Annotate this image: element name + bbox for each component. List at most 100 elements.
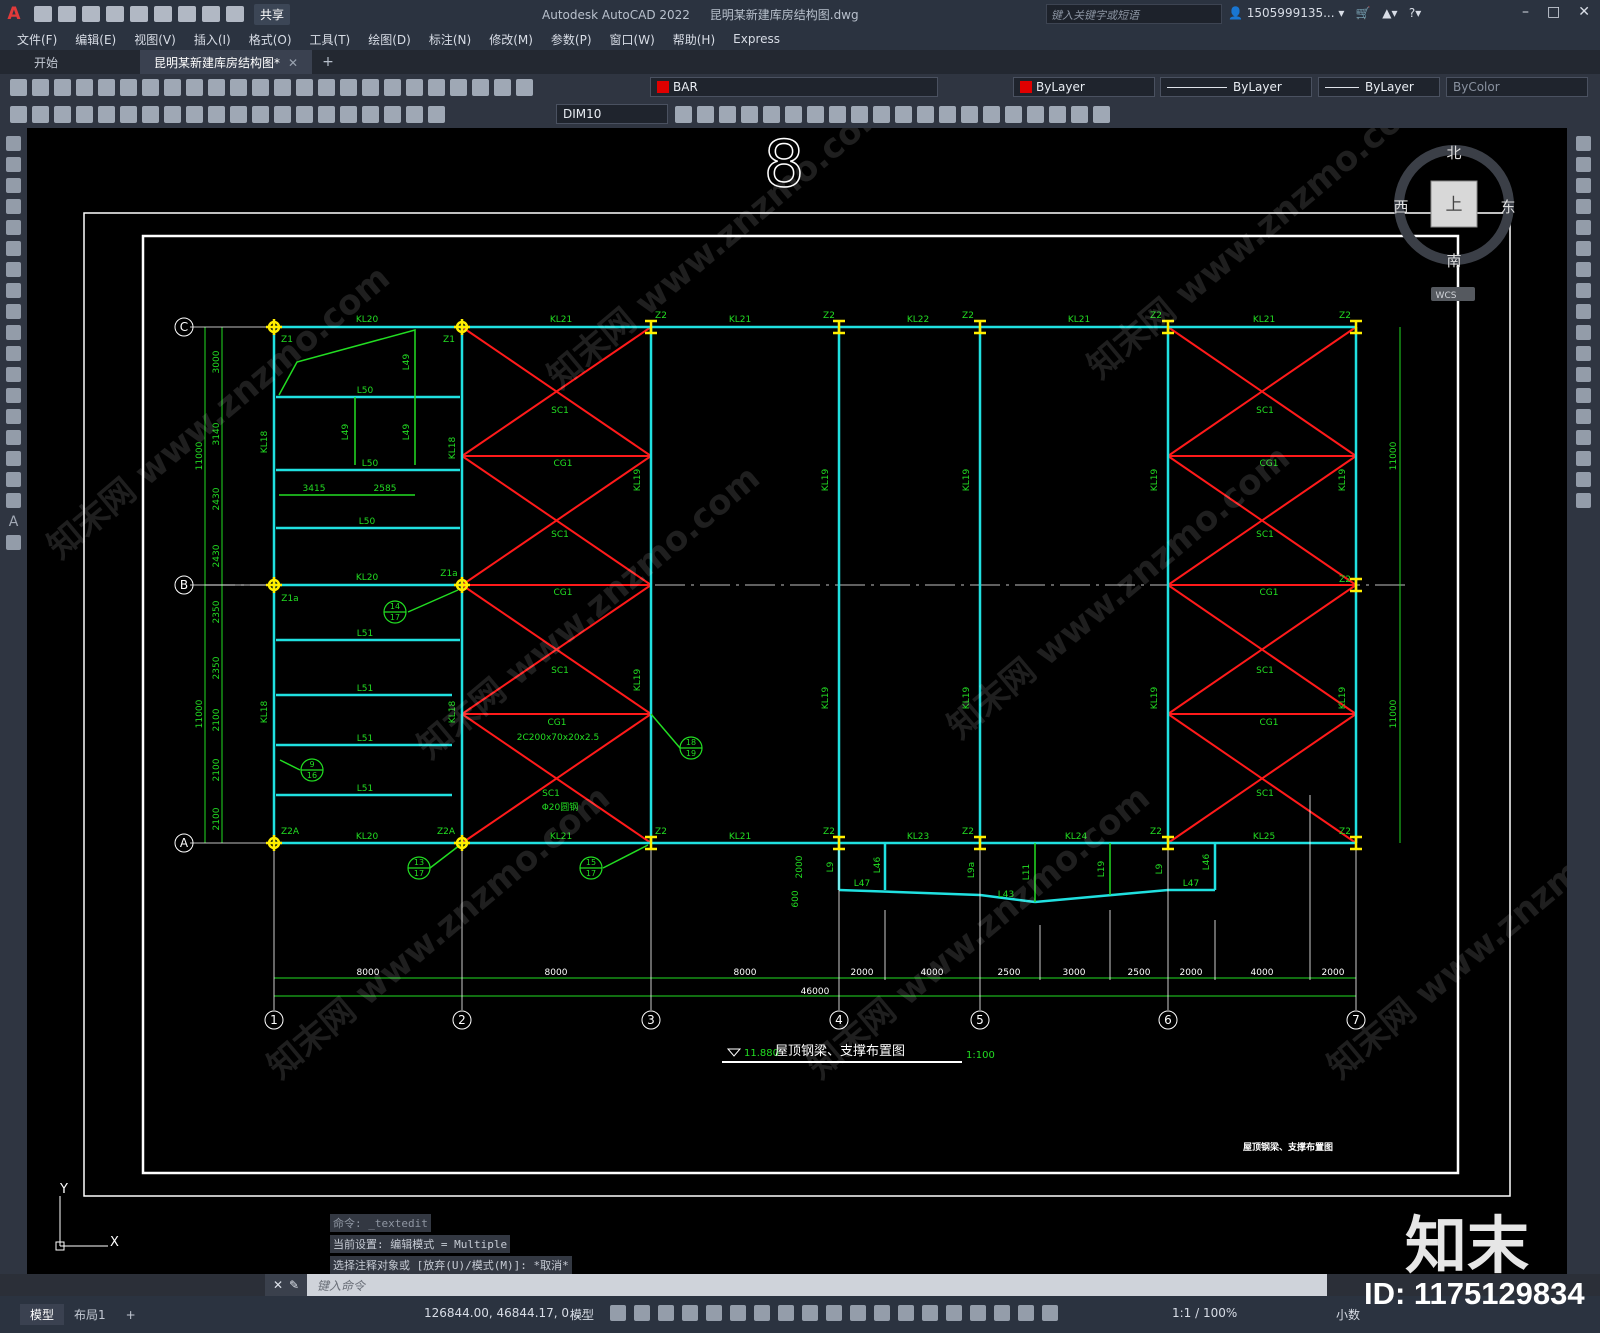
isodraft-icon[interactable]	[754, 1305, 770, 1321]
search-input[interactable]: 键入关键字或短语	[1046, 4, 1222, 24]
zoom-prev-icon[interactable]	[340, 79, 357, 96]
erase-icon[interactable]	[675, 106, 692, 123]
table-icon[interactable]	[6, 493, 21, 508]
minimize-button[interactable]: –	[1522, 4, 1529, 20]
explode-icon[interactable]	[1005, 106, 1022, 123]
move-side-icon[interactable]	[1576, 241, 1591, 256]
dim-edit-icon[interactable]	[384, 106, 401, 123]
color-dropdown[interactable]: ByLayer	[1013, 77, 1155, 97]
coordinate-readout[interactable]: 126844.00, 46844.17, 0....	[424, 1306, 584, 1320]
dim-baseline-icon[interactable]	[208, 106, 225, 123]
save-as-icon[interactable]	[106, 6, 124, 22]
open-from-web-icon[interactable]	[130, 6, 148, 22]
break-side-icon[interactable]	[1576, 388, 1591, 403]
polyline-icon[interactable]	[6, 178, 21, 193]
jogged-linear-icon[interactable]	[362, 106, 379, 123]
mirror-icon[interactable]	[719, 106, 736, 123]
copy-side-icon[interactable]	[1576, 157, 1591, 172]
properties-icon[interactable]	[362, 79, 379, 96]
tolerance-icon[interactable]	[296, 106, 313, 123]
menu-window[interactable]: 窗口(W)	[610, 31, 655, 48]
menu-dimension[interactable]: 标注(N)	[429, 31, 471, 48]
dim-update-icon[interactable]	[428, 106, 445, 123]
polygon-icon[interactable]	[6, 199, 21, 214]
trim-icon[interactable]	[873, 106, 890, 123]
lineweight-dropdown[interactable]: ByLayer	[1318, 77, 1440, 97]
rotate-icon[interactable]	[807, 106, 824, 123]
layer-dropdown[interactable]: BAR	[650, 77, 938, 97]
group-icon[interactable]	[1093, 106, 1110, 123]
layout-tab-model[interactable]: 模型	[20, 1304, 65, 1325]
array-icon[interactable]	[763, 106, 780, 123]
mtext-icon[interactable]: A	[6, 514, 21, 530]
snap-icon[interactable]	[634, 1305, 650, 1321]
plot-icon[interactable]	[178, 6, 196, 22]
zoom-window-icon[interactable]	[318, 79, 335, 96]
dimstyle-dropdown[interactable]: DIM10	[556, 104, 668, 124]
isolate-icon[interactable]	[1049, 106, 1066, 123]
viewcube-north[interactable]: 北	[1446, 144, 1461, 162]
circle-icon[interactable]	[6, 262, 21, 277]
spline-icon[interactable]	[6, 304, 21, 319]
dim-angular-icon[interactable]	[164, 106, 181, 123]
annotation-scale[interactable]: 1:1 / 100%	[1172, 1306, 1237, 1320]
fillet-side-icon[interactable]	[1576, 451, 1591, 466]
revcloud-icon[interactable]	[6, 283, 21, 298]
auto-scale-icon[interactable]	[1018, 1305, 1034, 1321]
line-icon[interactable]	[6, 136, 21, 151]
stretch-side-icon[interactable]	[1576, 304, 1591, 319]
publish-icon[interactable]	[120, 79, 137, 96]
layer-props-icon[interactable]	[516, 79, 533, 96]
ortho-icon[interactable]	[706, 1305, 722, 1321]
close-icon[interactable]: ✕	[273, 1278, 283, 1292]
new-icon[interactable]	[10, 79, 27, 96]
plotstyle-dropdown[interactable]: ByColor	[1446, 77, 1588, 97]
scale-side-icon[interactable]	[1576, 283, 1591, 298]
dim-linear-icon[interactable]	[10, 106, 27, 123]
transparency-icon[interactable]	[850, 1305, 866, 1321]
cut-icon[interactable]	[142, 79, 159, 96]
calc-icon[interactable]	[472, 79, 489, 96]
annotation-visibility-icon[interactable]	[994, 1305, 1010, 1321]
fillet-icon[interactable]	[983, 106, 1000, 123]
dim-break-icon[interactable]	[274, 106, 291, 123]
draworder-icon[interactable]	[1027, 106, 1044, 123]
join-side-icon[interactable]	[1576, 409, 1591, 424]
point-icon[interactable]	[6, 409, 21, 424]
tab-start[interactable]: 开始	[20, 50, 140, 74]
design-center-icon[interactable]	[384, 79, 401, 96]
object-snap-icon[interactable]	[802, 1305, 818, 1321]
drawing-canvas[interactable]: 8 C B A 1 2 3 4 5 6 7 KL20 KL21 KL21 KL2…	[27, 128, 1567, 1274]
close-tab-icon[interactable]: ✕	[288, 56, 298, 70]
print-icon[interactable]	[76, 79, 93, 96]
menu-file[interactable]: 文件(F)	[17, 31, 57, 48]
zoom-icon[interactable]	[296, 79, 313, 96]
new-file-icon[interactable]	[34, 6, 52, 22]
explode-side-icon[interactable]	[1576, 493, 1591, 508]
help-icon[interactable]	[494, 79, 511, 96]
arc-icon[interactable]	[6, 241, 21, 256]
polar-icon[interactable]	[730, 1305, 746, 1321]
paste-icon[interactable]	[186, 79, 203, 96]
erase-side-icon[interactable]	[1576, 136, 1591, 151]
markup-icon[interactable]	[450, 79, 467, 96]
save-to-web-icon[interactable]	[154, 6, 172, 22]
redo-icon[interactable]	[226, 6, 244, 22]
break-point-side-icon[interactable]	[1576, 367, 1591, 382]
dim-diameter-icon[interactable]	[142, 106, 159, 123]
menu-help[interactable]: 帮助(H)	[673, 31, 715, 48]
match-icon[interactable]	[208, 79, 225, 96]
3d-osnap-icon[interactable]	[898, 1305, 914, 1321]
viewcube-west[interactable]: 西	[1393, 198, 1408, 216]
hatch-icon[interactable]	[6, 430, 21, 445]
save-icon[interactable]	[54, 79, 71, 96]
new-tab-button[interactable]: +	[322, 54, 334, 70]
break-icon[interactable]	[917, 106, 934, 123]
close-button[interactable]: ✕	[1578, 4, 1590, 20]
dim-aligned-icon[interactable]	[32, 106, 49, 123]
menu-parametric[interactable]: 参数(P)	[551, 31, 592, 48]
maximize-button[interactable]: □	[1547, 4, 1560, 20]
menu-insert[interactable]: 插入(I)	[194, 31, 231, 48]
units-display[interactable]: 小数	[1336, 1306, 1360, 1323]
dim-arc-icon[interactable]	[54, 106, 71, 123]
